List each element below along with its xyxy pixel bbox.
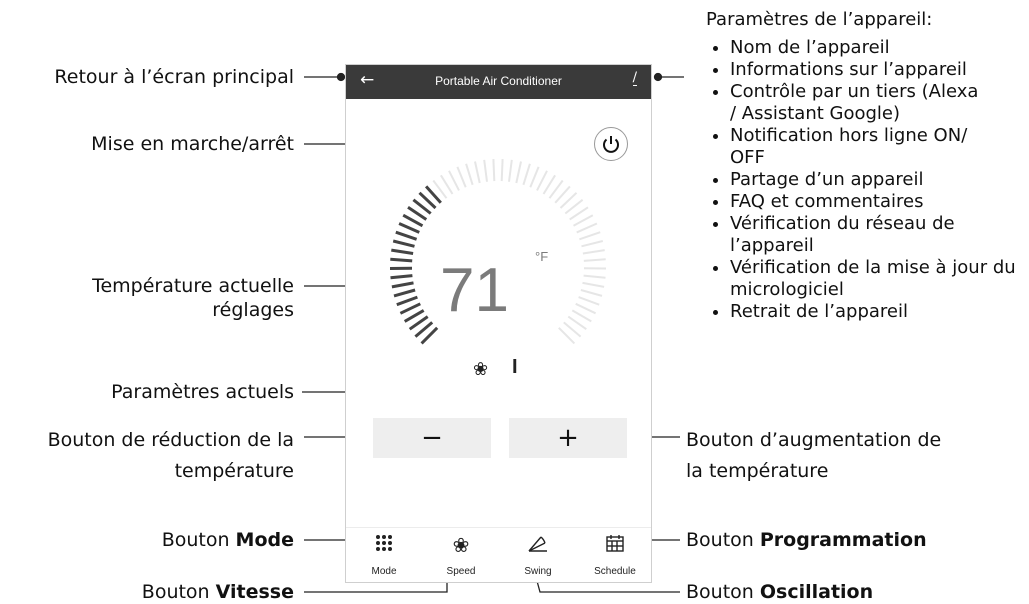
- dial-tick: [393, 241, 414, 246]
- settings-heading: Paramètres de l’appareil:: [706, 9, 1029, 31]
- dial-tick: [584, 276, 606, 278]
- annotation-increase-line2: la température: [686, 456, 941, 487]
- dial-tick: [391, 276, 413, 278]
- dial-tick: [583, 283, 605, 287]
- dial-tick: [579, 232, 600, 239]
- settings-item: Partage d’un appareil: [730, 169, 1029, 191]
- tab-schedule[interactable]: Schedule: [577, 528, 652, 583]
- temperature-unit: °F: [535, 249, 548, 264]
- dial-tick: [530, 167, 538, 187]
- pencil-icon[interactable]: ∕: [633, 71, 637, 86]
- settings-item: Contrôle par un tiers (Alexa / Assistant…: [730, 81, 990, 125]
- annotation-schedule-bold: Programmation: [760, 529, 927, 551]
- tab-speed[interactable]: ❀ Speed: [423, 528, 499, 583]
- calendar-icon: [577, 533, 652, 558]
- dial-tick: [570, 207, 588, 219]
- tab-schedule-label: Schedule: [577, 566, 652, 577]
- phone-screen: ← Portable Air Conditioner ∕ 71 °F ❀ I −…: [345, 64, 652, 583]
- annotation-decrease-line1: Bouton de réduction de la: [48, 425, 294, 456]
- grid-icon: [346, 533, 422, 558]
- dial-tick: [582, 241, 603, 246]
- tab-speed-label: Speed: [423, 566, 499, 577]
- annotation-back: Retour à l’écran principal: [54, 65, 294, 89]
- dial-tick: [390, 259, 412, 261]
- device-settings-list: Paramètres de l’appareil: Nom de l’appar…: [706, 9, 1029, 323]
- dial-tick: [392, 283, 414, 287]
- annotation-schedule-prefix: Bouton: [686, 529, 760, 551]
- fan-icon: ❀: [473, 359, 488, 380]
- bottom-tab-bar: Mode ❀ Speed Swing Schedule: [346, 527, 651, 583]
- top-bar: ← Portable Air Conditioner ∕: [346, 65, 651, 99]
- dial-tick: [576, 304, 596, 314]
- dial-tick: [544, 175, 556, 194]
- increase-temperature-button[interactable]: +: [509, 418, 627, 458]
- annotation-mode-prefix: Bouton: [162, 529, 236, 551]
- tab-mode[interactable]: Mode: [346, 528, 422, 583]
- dial-tick: [466, 164, 473, 185]
- tab-swing[interactable]: Swing: [500, 528, 576, 583]
- dial-tick: [484, 160, 487, 182]
- annotation-mode: Bouton Mode: [162, 528, 294, 552]
- annotation-swing-bold: Oscillation: [760, 581, 873, 603]
- annotation-speed: Bouton Vitesse: [142, 580, 294, 604]
- dial-tick: [441, 175, 453, 194]
- settings-item: Retrait de l’appareil: [730, 301, 1029, 323]
- plus-icon: +: [509, 423, 627, 453]
- annotation-swing-prefix: Bouton: [686, 581, 760, 603]
- dial-tick: [493, 159, 494, 181]
- annotation-temperature-line1: Température actuelle: [92, 274, 294, 298]
- dial-tick: [396, 232, 417, 239]
- dial-tick: [475, 162, 480, 184]
- dial-tick: [400, 304, 420, 314]
- dial-tick: [579, 297, 600, 305]
- dial-tick: [391, 250, 413, 253]
- settings-item: Vérification de la mise à jour du microl…: [730, 257, 1029, 301]
- dial-tick: [574, 215, 593, 226]
- dial-tick: [502, 159, 503, 181]
- dial-tick: [449, 171, 459, 191]
- minus-icon: −: [373, 423, 491, 453]
- dial-tick: [399, 224, 419, 233]
- annotation-mode-bold: Mode: [236, 529, 294, 551]
- dial-tick: [516, 162, 521, 184]
- speed-level: I: [512, 356, 518, 379]
- dial-tick: [583, 250, 605, 253]
- dial-tick: [523, 164, 530, 185]
- tab-mode-label: Mode: [346, 566, 422, 577]
- settings-item: Vérification du réseau de l’appareil: [730, 213, 980, 257]
- annotation-speed-bold: Vitesse: [216, 581, 294, 603]
- dial-tick: [572, 310, 591, 321]
- settings-items: Nom de l’appareil Informations sur l’app…: [706, 37, 1029, 323]
- dial-tick: [394, 290, 415, 296]
- annotation-decrease-line2: température: [48, 456, 294, 487]
- tab-swing-label: Swing: [500, 566, 576, 577]
- dial-tick: [457, 167, 465, 187]
- settings-item: Informations sur l’appareil: [730, 59, 1029, 81]
- dial-tick: [577, 224, 597, 233]
- annotation-power: Mise en marche/arrêt: [91, 132, 294, 156]
- dial-tick: [537, 171, 547, 191]
- annotation-current-settings: Paramètres actuels: [111, 380, 294, 404]
- annotation-speed-prefix: Bouton: [142, 581, 216, 603]
- current-temperature: 71: [440, 255, 509, 326]
- fan-icon: ❀: [423, 533, 499, 557]
- settings-item: Nom de l’appareil: [730, 37, 1029, 59]
- annotation-swing: Bouton Oscillation: [686, 580, 873, 604]
- annotation-temperature-line2: réglages: [92, 298, 294, 322]
- annotation-increase-line1: Bouton d’augmentation de: [686, 425, 941, 456]
- decrease-temperature-button[interactable]: −: [373, 418, 491, 458]
- swing-icon: [500, 533, 576, 558]
- annotation-increase: Bouton d’augmentation de la température: [686, 425, 941, 487]
- dial-tick: [584, 259, 606, 261]
- dial-tick: [581, 290, 602, 296]
- settings-item: Notification hors ligne ON/ OFF: [730, 125, 980, 169]
- annotation-temperature: Température actuelle réglages: [92, 274, 294, 322]
- annotation-schedule: Bouton Programmation: [686, 528, 927, 552]
- app-title: Portable Air Conditioner: [346, 74, 651, 88]
- dial-tick: [509, 160, 512, 182]
- dial-tick: [397, 297, 418, 305]
- annotation-decrease: Bouton de réduction de la température: [48, 425, 294, 487]
- settings-item: FAQ et commentaires: [730, 191, 1029, 213]
